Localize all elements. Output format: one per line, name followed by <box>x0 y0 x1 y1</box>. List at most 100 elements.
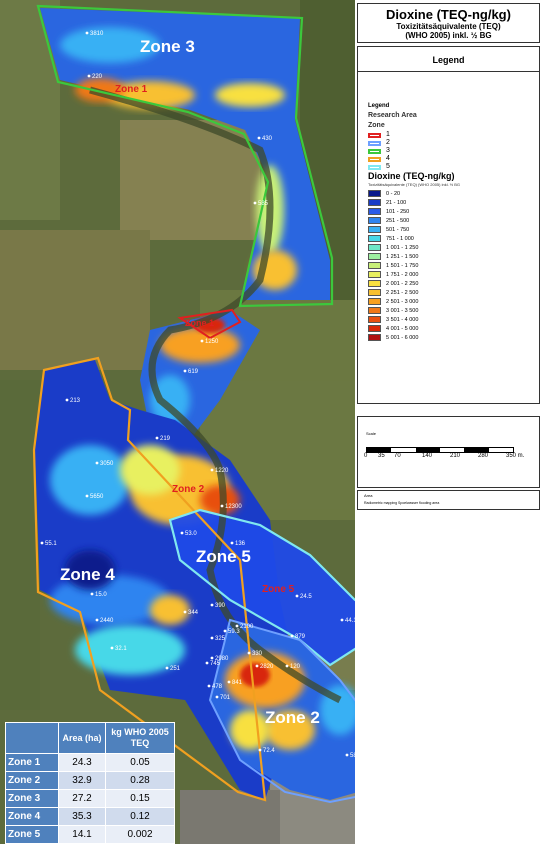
scale-label: Scale <box>366 431 377 436</box>
sample-point-marker <box>165 666 169 670</box>
scale-bar <box>366 447 514 453</box>
dioxine-swatch <box>368 316 381 323</box>
zone-legend-item: 3 <box>368 147 460 155</box>
dioxine-subtitle: Toxizitätsäquivalente (TEQ) (WHO 2005) i… <box>368 182 461 187</box>
table-header-kg: kg WHO 2005 TEQ <box>105 722 175 754</box>
sample-point-label: 879 <box>295 634 306 640</box>
dioxine-legend-item: 501 - 750 <box>368 225 460 234</box>
sample-point-label: 478 <box>212 684 223 690</box>
zone-legend-list: 12345 <box>368 131 460 171</box>
sample-point-label: 3810 <box>90 31 104 37</box>
note-title: Area <box>364 493 373 498</box>
table-row: Zone 3 27.2 0.15 <box>5 789 175 808</box>
sample-point-label: 55.1 <box>45 541 57 547</box>
sample-point-label: 53.0 <box>185 531 197 537</box>
note-box: Area Radiometric mapping Spoelwasser flo… <box>357 490 540 510</box>
zone-swatch <box>368 164 381 170</box>
sample-point-marker <box>258 748 262 752</box>
zone-swatch <box>368 156 381 162</box>
table-cell-kg: 0.002 <box>105 825 175 844</box>
zone-legend-item: 4 <box>368 155 460 163</box>
dioxine-swatch <box>368 208 381 215</box>
sample-point-marker <box>87 74 91 78</box>
sample-point-marker <box>295 594 299 598</box>
sample-point-label: 2820 <box>260 664 274 670</box>
sample-point-marker <box>200 339 204 343</box>
zone-swatch <box>368 132 381 138</box>
table-row: Zone 1 24.3 0.05 <box>5 753 175 772</box>
sample-point-marker <box>220 504 224 508</box>
zone-swatch <box>368 140 381 146</box>
zone3-label: Zone 3 <box>140 37 195 56</box>
dioxine-swatch <box>368 280 381 287</box>
sample-point-label: 219 <box>160 436 171 442</box>
dioxine-map: Zone 3 Zone 4 Zone 5 Zone 2 Zone 1 Zone … <box>0 0 355 844</box>
table-cell-kg: 0.28 <box>105 771 175 790</box>
zone1-mid-label: Zone 1 <box>185 318 214 328</box>
legend-header: Legend <box>358 47 539 72</box>
sample-point-label: 220 <box>92 74 103 80</box>
sample-point-label: 586 <box>350 753 355 759</box>
sample-point-label: 5650 <box>90 494 104 500</box>
title-sub1: Toxizitätsäquivalente (TEQ) <box>396 22 501 31</box>
sample-point-marker <box>155 436 159 440</box>
sample-point-marker <box>257 136 261 140</box>
table-cell-area: 14.1 <box>58 825 106 844</box>
dioxine-legend-item: 101 - 250 <box>368 207 460 216</box>
scale-tick: 350 m. <box>506 453 525 459</box>
legend-body: Legend Research Area Zone 12345 Dioxine … <box>368 101 460 342</box>
sample-point-marker <box>230 541 234 545</box>
dioxine-swatch <box>368 298 381 305</box>
table-cell-area: 32.9 <box>58 771 106 790</box>
sample-point-marker <box>210 603 214 607</box>
title-main: Dioxine (TEQ-ng/kg) <box>386 7 511 22</box>
sample-point-marker <box>215 695 219 699</box>
sample-point-label: 1250 <box>205 339 219 345</box>
scale-tick: 0 <box>364 453 368 459</box>
sample-point-marker <box>235 624 239 628</box>
zone2-mid-label: Zone 2 <box>172 484 205 495</box>
sample-point-marker <box>227 680 231 684</box>
scale-tick: 70 <box>394 453 401 459</box>
zone-legend-item: 1 <box>368 131 460 139</box>
table-row: Zone 4 35.3 0.12 <box>5 807 175 826</box>
zone4-label: Zone 4 <box>60 565 115 584</box>
sample-point-label: 251 <box>170 666 181 672</box>
sample-point-label: 3050 <box>100 461 114 467</box>
sample-point-label: 213 <box>70 398 81 404</box>
table-header-area: Area (ha) <box>58 722 106 754</box>
sample-point-marker <box>345 753 349 757</box>
research-area-title: Research Area <box>368 112 417 119</box>
sample-point-label: 1220 <box>215 468 229 474</box>
zone-legend-item: 5 <box>368 163 460 171</box>
dioxine-swatch <box>368 217 381 224</box>
legend-box: Legend Legend Research Area Zone 12345 D… <box>357 46 540 404</box>
dioxine-legend-item: 251 - 500 <box>368 216 460 225</box>
sample-point-marker <box>95 461 99 465</box>
sample-point-label: 330 <box>252 651 263 657</box>
scale-tick: 35 <box>378 453 385 459</box>
sample-point-marker <box>85 494 89 498</box>
dioxine-swatch <box>368 334 381 341</box>
zone1-top-label: Zone 1 <box>115 84 148 95</box>
sample-point-label: 2100 <box>240 624 254 630</box>
dioxine-swatch <box>368 190 381 197</box>
sample-point-marker <box>255 664 259 668</box>
sample-point-marker <box>183 610 187 614</box>
zone5-label: Zone 5 <box>196 547 251 566</box>
scale-tick: 280 <box>478 453 489 459</box>
sample-point-label: 136 <box>235 541 246 547</box>
table-cell-zone: Zone 1 <box>5 753 59 772</box>
zone2-label: Zone 2 <box>265 708 320 727</box>
table-row: Zone 2 32.9 0.28 <box>5 771 175 790</box>
dioxine-swatch <box>368 226 381 233</box>
dioxine-swatch <box>368 289 381 296</box>
sample-point-label: 745 <box>210 661 221 667</box>
scale-tick: 210 <box>450 453 461 459</box>
sample-point-label: 15.0 <box>95 592 107 598</box>
dioxine-swatch <box>368 325 381 332</box>
sample-point-marker <box>95 618 99 622</box>
sample-point-marker <box>85 31 89 35</box>
table-cell-kg: 0.12 <box>105 807 175 826</box>
sample-point-marker <box>210 656 214 660</box>
